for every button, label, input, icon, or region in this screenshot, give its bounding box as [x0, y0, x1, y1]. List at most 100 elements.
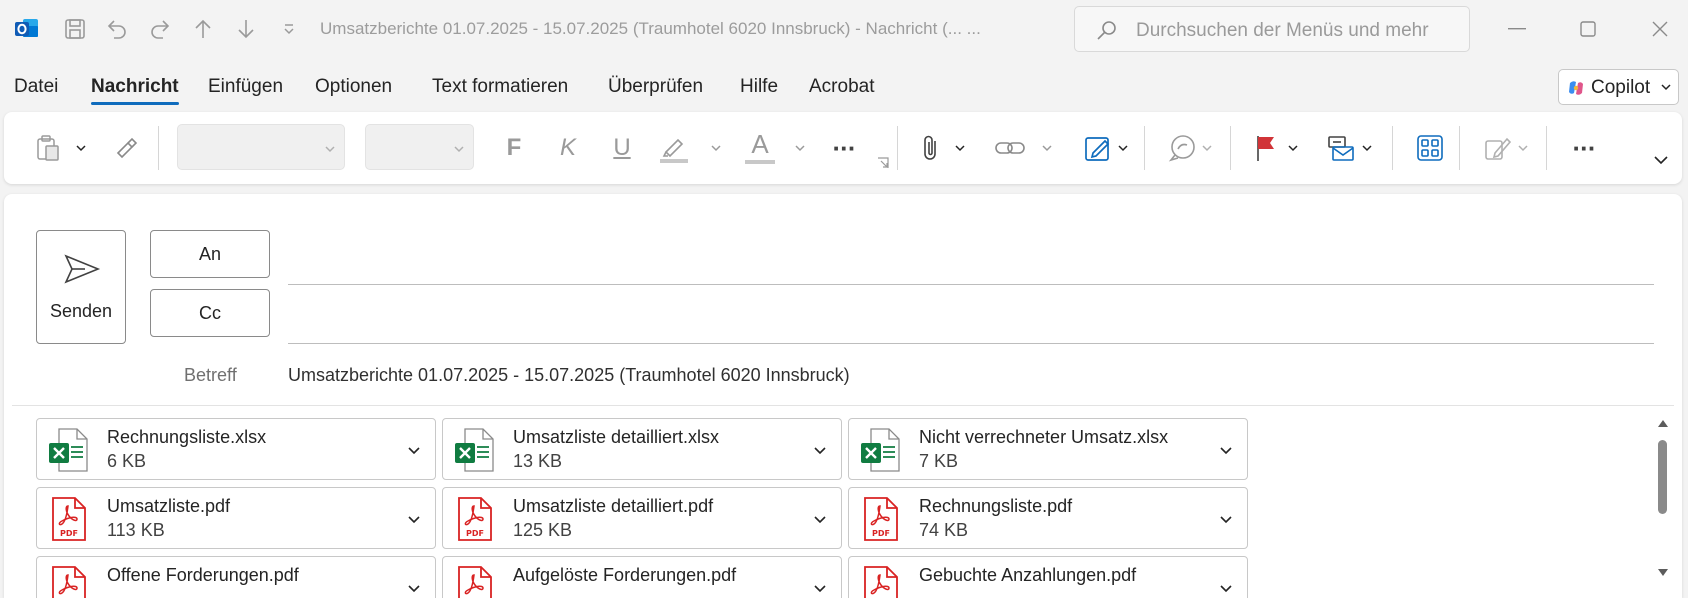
follow-up-button[interactable] — [1248, 130, 1284, 166]
attachment-item[interactable]: Umsatzliste detailliert.xlsx 13 KB — [442, 418, 842, 480]
ribbon-separator — [1546, 126, 1547, 170]
to-field[interactable] — [288, 284, 1654, 285]
attachment-item[interactable]: Nicht verrechneter Umsatz.xlsx 7 KB — [848, 418, 1248, 480]
scroll-up-icon[interactable] — [1657, 418, 1669, 428]
attach-file-button[interactable] — [916, 130, 946, 166]
attachment-item[interactable]: PDF Umsatzliste detailliert.pdf 125 KB — [442, 487, 842, 549]
paperclip-icon — [924, 135, 936, 160]
highlighter-icon — [660, 138, 688, 163]
cc-field[interactable] — [288, 343, 1654, 344]
chevron-down-icon[interactable] — [813, 512, 827, 526]
italic-button[interactable]: K — [550, 130, 586, 166]
chevron-down-icon[interactable] — [1219, 581, 1233, 595]
ribbon-expand-button[interactable] — [1650, 142, 1672, 178]
redo-icon[interactable] — [145, 14, 175, 44]
attachment-item[interactable]: Gebuchte Anzahlungen.pdf — [848, 556, 1248, 598]
highlight-dropdown[interactable] — [707, 130, 725, 166]
excel-file-icon — [455, 428, 494, 472]
editor-pen-icon — [1485, 137, 1512, 160]
search-box[interactable]: Durchsuchen der Menüs und mehr — [1074, 6, 1470, 52]
attachments-scrollbar[interactable] — [1652, 414, 1674, 584]
format-painter-button[interactable] — [110, 130, 144, 166]
comment-dropdown[interactable] — [1200, 130, 1214, 166]
font-color-dropdown[interactable] — [791, 130, 809, 166]
menu-hilfe[interactable]: Hilfe — [740, 76, 778, 98]
delivery-options-dropdown[interactable] — [1358, 130, 1376, 166]
font-color-bar — [745, 160, 775, 164]
link-icon — [995, 142, 1025, 154]
to-button[interactable]: An — [150, 230, 270, 278]
undo-icon[interactable] — [102, 14, 132, 44]
attachments-list: Rechnungsliste.xlsx 6 KB Umsatzliste det… — [36, 418, 1656, 598]
follow-up-dropdown[interactable] — [1284, 130, 1302, 166]
dialog-launcher-icon[interactable] — [876, 156, 890, 170]
menu-einfuegen[interactable]: Einfügen — [208, 76, 283, 98]
delivery-options-button[interactable] — [1322, 130, 1358, 166]
editor-dropdown[interactable] — [1516, 130, 1530, 166]
link-button[interactable] — [992, 130, 1028, 166]
attach-dropdown[interactable] — [951, 130, 969, 166]
attachment-size: 125 KB — [513, 520, 573, 540]
chevron-down-icon — [1202, 145, 1212, 152]
flag-icon — [1257, 136, 1274, 161]
paste-button[interactable] — [28, 130, 68, 166]
arrow-up-icon[interactable] — [188, 14, 218, 44]
chevron-down-icon[interactable] — [407, 443, 421, 457]
menu-text-formatieren[interactable]: Text formatieren — [432, 76, 568, 98]
scroll-down-icon[interactable] — [1657, 568, 1669, 578]
font-size-dropdown[interactable] — [365, 124, 474, 170]
clipboard-icon — [37, 135, 59, 161]
chevron-down-icon[interactable] — [407, 512, 421, 526]
attachment-name: Aufgelöste Forderungen.pdf — [513, 565, 737, 585]
chevron-down-icon[interactable] — [813, 581, 827, 595]
cc-button[interactable]: Cc — [150, 289, 270, 337]
scroll-thumb[interactable] — [1658, 440, 1667, 514]
subject-label: Betreff — [184, 365, 237, 385]
chevron-down-icon[interactable] — [407, 581, 421, 595]
bold-button[interactable]: F — [496, 130, 532, 166]
font-family-dropdown[interactable] — [177, 124, 345, 170]
outlook-logo-icon — [15, 19, 38, 37]
attachment-item[interactable]: Rechnungsliste.xlsx 6 KB — [36, 418, 436, 480]
attachment-item[interactable]: PDF Rechnungsliste.pdf 74 KB — [848, 487, 1248, 549]
menu-nachricht[interactable]: Nachricht — [91, 76, 179, 105]
apps-button[interactable] — [1412, 130, 1448, 166]
comment-button[interactable] — [1164, 130, 1200, 166]
save-icon[interactable] — [60, 14, 90, 44]
attachment-name: Rechnungsliste.pdf — [919, 496, 1073, 516]
link-dropdown[interactable] — [1038, 130, 1056, 166]
attachment-item[interactable]: Offene Forderungen.pdf — [36, 556, 436, 598]
menu-ueberpruefen[interactable]: Überprüfen — [608, 76, 703, 98]
attachment-item[interactable]: PDF Umsatzliste.pdf 113 KB — [36, 487, 436, 549]
copilot-button[interactable]: Copilot — [1558, 69, 1679, 105]
subject-field[interactable]: Umsatzberichte 01.07.2025 - 15.07.2025 (… — [288, 365, 850, 386]
chevron-down-icon — [76, 145, 86, 152]
signature-button[interactable] — [1080, 130, 1116, 166]
svg-text:PDF: PDF — [872, 529, 890, 538]
chevron-down-icon[interactable] — [1219, 443, 1233, 457]
menu-datei[interactable]: Datei — [14, 76, 58, 98]
arrow-down-icon[interactable] — [231, 14, 261, 44]
minimize-button[interactable] — [1497, 12, 1537, 46]
highlight-button[interactable] — [656, 130, 692, 166]
send-button[interactable]: Senden — [36, 230, 126, 344]
chevron-down-icon[interactable] — [813, 443, 827, 457]
attachment-item[interactable]: Aufgelöste Forderungen.pdf — [442, 556, 842, 598]
paste-dropdown[interactable] — [72, 130, 90, 166]
ribbon-separator — [1459, 126, 1460, 170]
editor-button[interactable] — [1480, 130, 1516, 166]
attachment-name: Umsatzliste.pdf — [107, 496, 231, 516]
chevron-down-icon[interactable] — [1219, 512, 1233, 526]
maximize-button[interactable] — [1568, 12, 1608, 46]
more-formatting-button[interactable]: ··· — [824, 130, 864, 166]
signature-dropdown[interactable] — [1114, 130, 1132, 166]
more-options-button[interactable]: ··· — [1562, 130, 1606, 166]
chevron-down-icon — [1042, 145, 1052, 152]
underline-button[interactable]: U — [604, 130, 640, 166]
window-title: Umsatzberichte 01.07.2025 - 15.07.2025 (… — [320, 19, 981, 38]
font-color-button[interactable]: A — [742, 130, 778, 166]
menu-optionen[interactable]: Optionen — [315, 76, 392, 98]
close-button[interactable] — [1640, 12, 1680, 46]
menu-acrobat[interactable]: Acrobat — [809, 76, 874, 98]
customize-icon[interactable] — [274, 14, 304, 44]
